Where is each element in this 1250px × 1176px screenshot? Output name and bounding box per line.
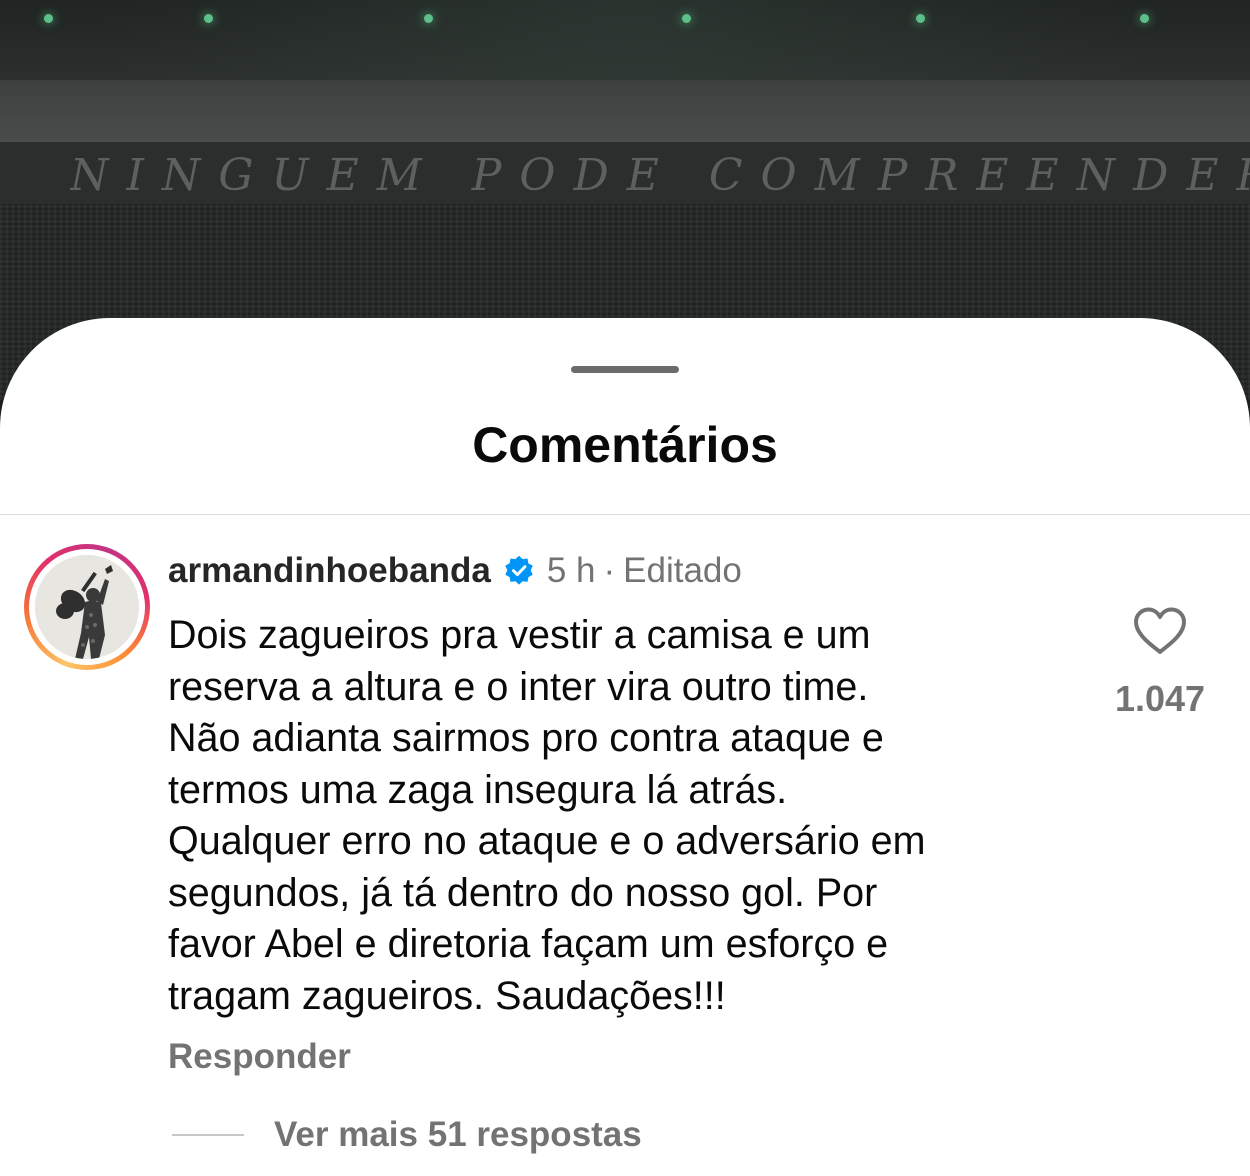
sheet-title: Comentários [472,417,778,473]
like-control: 1.047 [1108,606,1212,720]
comment-line: termos uma zaga insegura lá atrás. [168,767,788,812]
comment-username[interactable]: armandinhoebanda [168,551,491,591]
stadium-banner-text: NINGUEM PODE COMPREENDER [70,150,1250,201]
stadium-upper-tier [0,80,1250,142]
avatar-guitarist-image [35,555,139,659]
view-more-replies-button[interactable]: Ver mais 51 respostas [274,1115,642,1155]
comment-line: Qualquer erro no ataque e o adversário e… [168,819,926,863]
reply-button[interactable]: Responder [168,1037,351,1077]
avatar [35,555,139,659]
comment-timestamp: 5 h [546,551,596,590]
edited-label: Editado [623,551,742,590]
comment-line: tragam zagueiros. Saudações!!! [168,973,726,1018]
comment-line: favor Abel e diretoria façam um esforço … [168,922,889,966]
comment-meta: armandinhoebanda 5 h · Editado [168,548,742,594]
like-count: 1.047 [1114,678,1206,719]
comment-line: reserva a altura e o inter vira outro ti… [168,664,869,709]
heart-outline-icon[interactable] [1132,606,1188,656]
avatar-story-ring[interactable] [24,544,150,670]
comment-line: Dois zagueiros pra vestir a camisa e um [168,613,871,657]
meta-separator: · [603,551,616,590]
comments-sheet: Comentários armandinhoebanda 5 h · Edita… [0,318,1250,1176]
replies-divider-line [172,1134,244,1136]
comment-line: segundos, já tá dentro do nosso gol. Por [168,870,878,915]
comment-line: Não adianta sairmos pro contra ataque e [168,716,884,760]
sheet-grabber-handle[interactable] [571,366,679,373]
header-divider [0,514,1250,515]
comment-body: Dois zagueiros pra vestir a camisa e um … [168,610,1068,1022]
verified-badge-icon [505,555,533,585]
